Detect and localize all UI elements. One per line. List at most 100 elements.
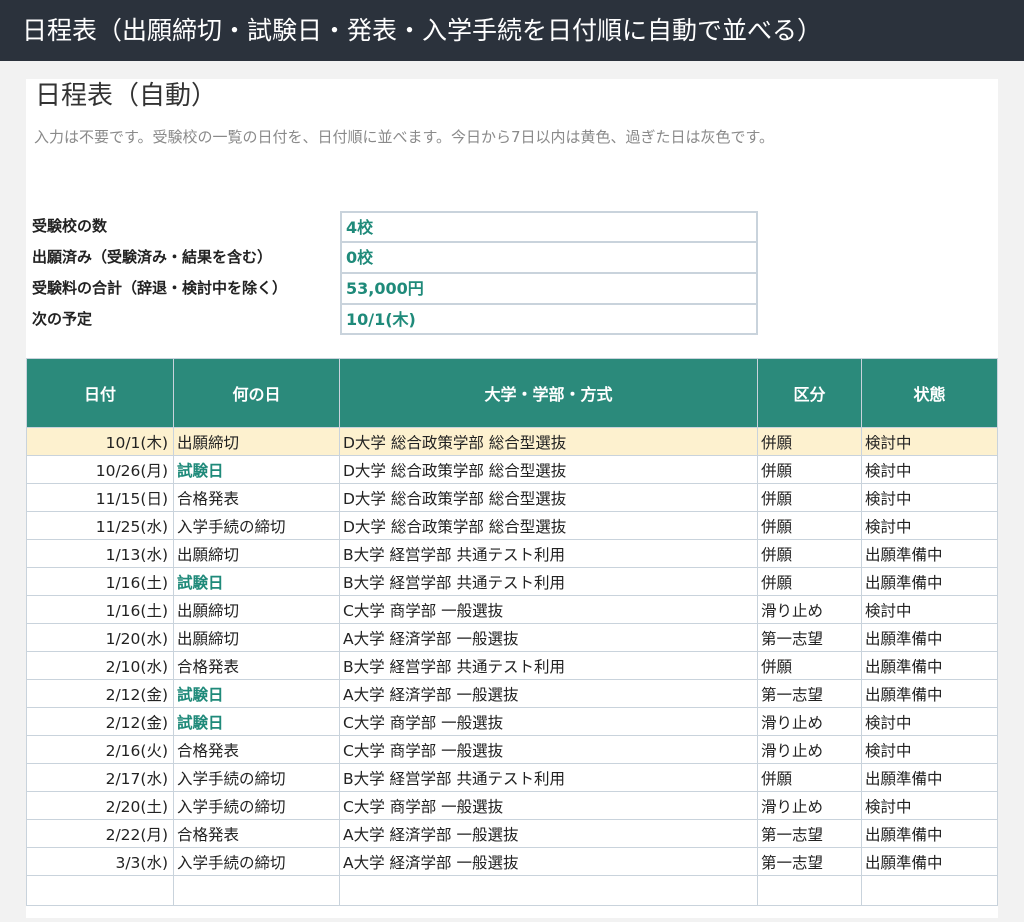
cell-category[interactable]: 併願 xyxy=(757,567,862,596)
cell-date[interactable]: 2/20(土) xyxy=(26,791,174,820)
cell-category[interactable]: 併願 xyxy=(757,511,862,540)
summary-value-cell[interactable]: 10/1(木) xyxy=(340,304,758,335)
cell-status[interactable]: 出願準備中 xyxy=(861,819,998,848)
empty-cell[interactable] xyxy=(861,875,998,906)
cell-category[interactable]: 第一志望 xyxy=(757,679,862,708)
cell-category[interactable]: 併願 xyxy=(757,763,862,792)
column-header-date[interactable]: 日付 xyxy=(26,358,174,428)
cell-school[interactable]: B大学 経営学部 共通テスト利用 xyxy=(339,763,758,792)
cell-date[interactable]: 2/12(金) xyxy=(26,679,174,708)
empty-cell[interactable] xyxy=(757,875,862,906)
column-header-status[interactable]: 状態 xyxy=(861,358,998,428)
cell-category[interactable]: 併願 xyxy=(757,483,862,512)
cell-category[interactable]: 併願 xyxy=(757,539,862,568)
cell-event[interactable]: 出願締切 xyxy=(173,623,340,652)
cell-event[interactable]: 試験日 xyxy=(173,679,340,708)
cell-date[interactable]: 2/12(金) xyxy=(26,707,174,736)
cell-category[interactable]: 併願 xyxy=(757,651,862,680)
summary-value-cell[interactable]: 53,000円 xyxy=(340,273,758,304)
cell-category[interactable]: 滑り止め xyxy=(757,735,862,764)
cell-date[interactable]: 2/17(水) xyxy=(26,763,174,792)
cell-school[interactable]: A大学 経済学部 一般選抜 xyxy=(339,847,758,876)
cell-status[interactable]: 検討中 xyxy=(861,707,998,736)
summary-value-cell[interactable]: 4校 xyxy=(340,211,758,242)
cell-school[interactable]: B大学 経営学部 共通テスト利用 xyxy=(339,539,758,568)
cell-event[interactable]: 合格発表 xyxy=(173,819,340,848)
cell-school[interactable]: B大学 経営学部 共通テスト利用 xyxy=(339,567,758,596)
cell-school[interactable]: A大学 経済学部 一般選抜 xyxy=(339,623,758,652)
cell-event[interactable]: 入学手続の締切 xyxy=(173,763,340,792)
sheet-description: 入力は不要です。受験校の一覧の日付を、日付順に並べます。今日から7日以内は黄色、… xyxy=(34,128,775,146)
cell-event[interactable]: 入学手続の締切 xyxy=(173,511,340,540)
cell-date[interactable]: 11/15(日) xyxy=(26,483,174,512)
cell-event[interactable]: 合格発表 xyxy=(173,483,340,512)
column-header-category[interactable]: 区分 xyxy=(757,358,862,428)
cell-category[interactable]: 滑り止め xyxy=(757,791,862,820)
cell-event[interactable]: 出願締切 xyxy=(173,595,340,624)
cell-school[interactable]: A大学 経済学部 一般選抜 xyxy=(339,819,758,848)
cell-status[interactable]: 出願準備中 xyxy=(861,847,998,876)
cell-school[interactable]: D大学 総合政策学部 総合型選抜 xyxy=(339,483,758,512)
table-header-row: 日付 何の日 大学・学部・方式 区分 状態 xyxy=(26,358,998,428)
column-header-event[interactable]: 何の日 xyxy=(173,358,340,428)
cell-date[interactable]: 10/26(月) xyxy=(26,455,174,484)
cell-date[interactable]: 1/16(土) xyxy=(26,595,174,624)
cell-date[interactable]: 2/22(月) xyxy=(26,819,174,848)
cell-event[interactable]: 出願締切 xyxy=(173,539,340,568)
cell-category[interactable]: 第一志望 xyxy=(757,847,862,876)
cell-event[interactable]: 試験日 xyxy=(173,567,340,596)
cell-category[interactable]: 第一志望 xyxy=(757,819,862,848)
cell-event[interactable]: 試験日 xyxy=(173,455,340,484)
cell-status[interactable]: 検討中 xyxy=(861,791,998,820)
cell-status[interactable]: 検討中 xyxy=(861,455,998,484)
cell-event[interactable]: 試験日 xyxy=(173,707,340,736)
summary-label: 次の予定 xyxy=(32,310,93,328)
cell-school[interactable]: A大学 経済学部 一般選抜 xyxy=(339,679,758,708)
cell-status[interactable]: 出願準備中 xyxy=(861,567,998,596)
summary-label: 出願済み（受験済み・結果を含む） xyxy=(32,248,273,266)
cell-status[interactable]: 検討中 xyxy=(861,483,998,512)
empty-cell[interactable] xyxy=(339,875,758,906)
cell-date[interactable]: 1/13(水) xyxy=(26,539,174,568)
cell-category[interactable]: 滑り止め xyxy=(757,595,862,624)
cell-school[interactable]: D大学 総合政策学部 総合型選抜 xyxy=(339,455,758,484)
cell-school[interactable]: B大学 経営学部 共通テスト利用 xyxy=(339,651,758,680)
cell-date[interactable]: 10/1(木) xyxy=(26,427,174,456)
cell-category[interactable]: 併願 xyxy=(757,455,862,484)
cell-date[interactable]: 11/25(水) xyxy=(26,511,174,540)
cell-school[interactable]: C大学 商学部 一般選抜 xyxy=(339,735,758,764)
cell-category[interactable]: 併願 xyxy=(757,427,862,456)
cell-status[interactable]: 出願準備中 xyxy=(861,623,998,652)
cell-school[interactable]: C大学 商学部 一般選抜 xyxy=(339,791,758,820)
cell-event[interactable]: 合格発表 xyxy=(173,735,340,764)
cell-school[interactable]: C大学 商学部 一般選抜 xyxy=(339,595,758,624)
cell-event[interactable]: 入学手続の締切 xyxy=(173,791,340,820)
summary-value-cell[interactable]: 0校 xyxy=(340,242,758,273)
cell-status[interactable]: 検討中 xyxy=(861,735,998,764)
cell-school[interactable]: D大学 総合政策学部 総合型選抜 xyxy=(339,511,758,540)
summary-row-applied: 出願済み（受験済み・結果を含む） 0校 xyxy=(26,242,758,273)
cell-date[interactable]: 2/10(水) xyxy=(26,651,174,680)
cell-event[interactable]: 合格発表 xyxy=(173,651,340,680)
cell-date[interactable]: 2/16(火) xyxy=(26,735,174,764)
empty-cell[interactable] xyxy=(173,875,340,906)
cell-event[interactable]: 出願締切 xyxy=(173,427,340,456)
cell-date[interactable]: 1/20(水) xyxy=(26,623,174,652)
cell-date[interactable]: 3/3(水) xyxy=(26,847,174,876)
cell-status[interactable]: 検討中 xyxy=(861,511,998,540)
cell-date[interactable]: 1/16(土) xyxy=(26,567,174,596)
cell-status[interactable]: 出願準備中 xyxy=(861,539,998,568)
cell-school[interactable]: D大学 総合政策学部 総合型選抜 xyxy=(339,427,758,456)
summary-label: 受験校の数 xyxy=(32,217,108,235)
cell-school[interactable]: C大学 商学部 一般選抜 xyxy=(339,707,758,736)
cell-status[interactable]: 出願準備中 xyxy=(861,651,998,680)
column-header-school[interactable]: 大学・学部・方式 xyxy=(339,358,758,428)
cell-status[interactable]: 出願準備中 xyxy=(861,763,998,792)
cell-status[interactable]: 検討中 xyxy=(861,595,998,624)
cell-status[interactable]: 出願準備中 xyxy=(861,679,998,708)
cell-category[interactable]: 第一志望 xyxy=(757,623,862,652)
cell-status[interactable]: 検討中 xyxy=(861,427,998,456)
cell-event[interactable]: 入学手続の締切 xyxy=(173,847,340,876)
cell-category[interactable]: 滑り止め xyxy=(757,707,862,736)
empty-cell[interactable] xyxy=(26,875,174,906)
